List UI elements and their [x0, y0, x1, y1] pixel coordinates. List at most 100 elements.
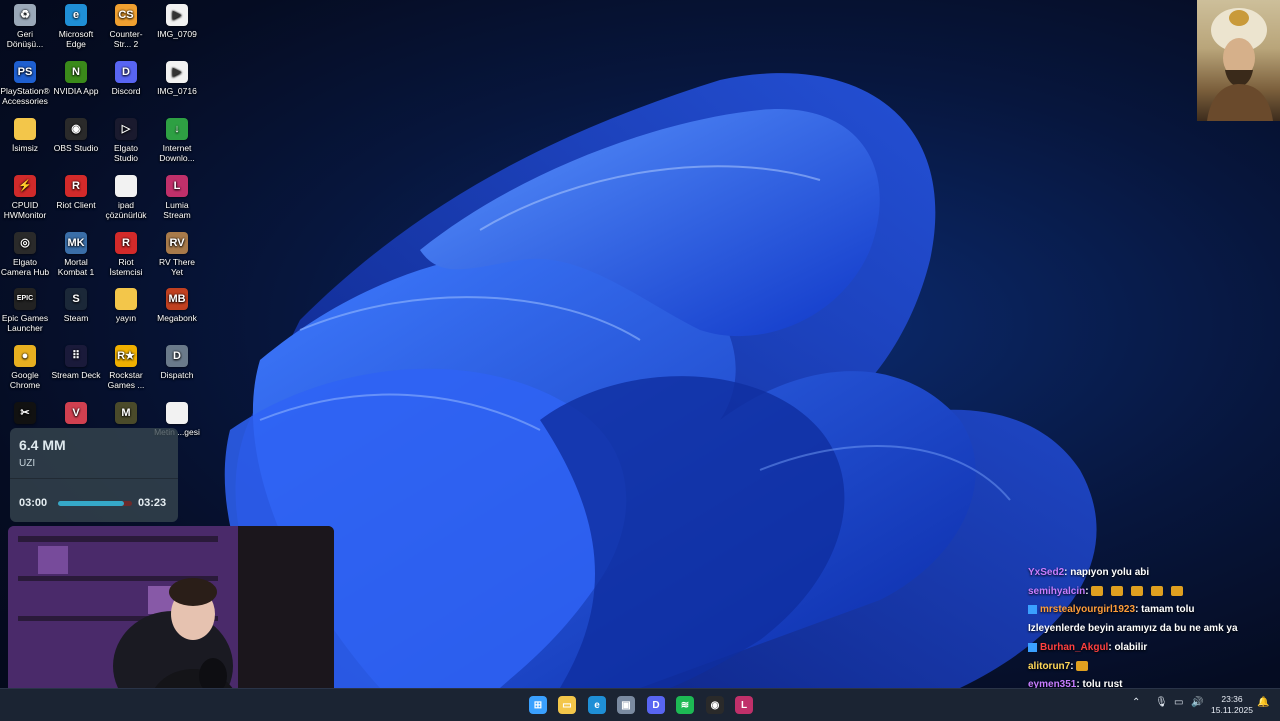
idm-icon: ↓ [166, 118, 188, 140]
desktop-icon-label: ipad çözünürlük [105, 200, 147, 220]
desktop-icon[interactable]: e Microsoft Edge [51, 0, 101, 49]
chat-username[interactable]: alitorun7 [1028, 661, 1070, 672]
desktop-icon[interactable]: PS PlayStation® Accessories [0, 57, 50, 106]
network-icon[interactable]: ▭ [1174, 697, 1183, 708]
notification-icon[interactable]: 🔔 [1257, 697, 1269, 708]
desktop-icon[interactable]: R Riot İstemcisi [101, 228, 151, 277]
microphone-icon[interactable]: 🎙 [1155, 697, 1168, 708]
camera-hub-icon: ◎ [14, 232, 36, 254]
desktop-icon[interactable]: MB Megabonk [152, 284, 202, 323]
clock-time: 23:36 [1221, 694, 1243, 704]
desktop-icon[interactable]: ◉ OBS Studio [51, 114, 101, 153]
desktop-icon-label: IMG_0709 [157, 29, 197, 39]
desktop-icon-label: Elgato Studio [113, 143, 139, 163]
mk1-icon: MK [65, 232, 87, 254]
stream-deck-icon: ⠿ [65, 345, 87, 367]
folder-icon [115, 288, 137, 310]
rv-game-icon: RV [166, 232, 188, 254]
chat-emote-icon [1151, 586, 1164, 597]
progress-fill [58, 501, 124, 506]
desktop-icon-label: Lumia Stream [163, 200, 191, 220]
desktop-icon[interactable]: D Discord [101, 57, 151, 96]
desktop-icon[interactable]: L Lumia Stream [152, 171, 202, 220]
track-duration: 03:23 [138, 497, 167, 509]
chat-username[interactable]: semihyalcin [1028, 586, 1085, 597]
chrome-icon: ● [14, 345, 36, 367]
desktop-icon[interactable]: ▶ IMG_0716 [152, 57, 202, 96]
chat-emote-icon [1111, 586, 1124, 597]
desktop-icon[interactable]: ♻ Geri Dönüşü... [0, 0, 50, 49]
desktop-icon-label: Geri Dönüşü... [6, 29, 44, 49]
desktop-icon-label: Microsoft Edge [58, 29, 94, 49]
desktop-icon[interactable]: ✂ [0, 398, 50, 427]
desktop-icon[interactable]: V [51, 398, 101, 427]
desktop-icon[interactable]: ▷ Elgato Studio [101, 114, 151, 163]
volume-icon[interactable]: 🔊 [1191, 697, 1203, 708]
desktop-icon[interactable]: yayın [101, 284, 151, 323]
lumia-icon[interactable]: L [735, 696, 753, 714]
text-file-icon [166, 402, 188, 424]
desktop-icon[interactable]: EPIC Epic Games Launcher [0, 284, 50, 333]
desktop-icon[interactable]: D Dispatch [152, 341, 202, 380]
desktop-icon-label: Epic Games Launcher [1, 313, 49, 333]
desktop-icon-label: Counter-Str... 2 [109, 29, 143, 49]
edge-icon[interactable]: e [588, 696, 606, 714]
portrait-image [1197, 0, 1280, 121]
chat-username[interactable]: Burhan_Akgul [1040, 642, 1108, 653]
desktop-icon[interactable]: M [101, 398, 151, 427]
chat-message: Burhan_Akgul: olabilir [1028, 639, 1280, 658]
webcam-overlay [8, 526, 334, 708]
recycle-bin-icon: ♻ [14, 4, 36, 26]
nvidia-icon: N [65, 61, 87, 83]
desktop-icon[interactable]: İsimsiz [0, 114, 50, 153]
start-icon[interactable]: ⊞ [529, 696, 547, 714]
chat-username[interactable]: mrstealyourgirl1923 [1040, 604, 1135, 615]
cs2-icon: CS [115, 4, 137, 26]
desktop-icon-label: Discord [111, 86, 141, 96]
desktop-icon[interactable]: RV RV There Yet [152, 228, 202, 277]
desktop-icon[interactable]: ⠿ Stream Deck [51, 341, 101, 380]
elgato-studio-icon: ▷ [115, 118, 137, 140]
desktop-icon-label: Dispatch [160, 370, 194, 380]
desktop-icon-label: RV There Yet [158, 257, 196, 277]
file-explorer-icon[interactable]: ▭ [558, 696, 576, 714]
desktop-icon[interactable]: N NVIDIA App [51, 57, 101, 96]
desktop-icon[interactable]: ipad çözünürlük [101, 171, 151, 220]
desktop-icon[interactable]: ⚡ CPUID HWMonitor [0, 171, 50, 220]
megabonk-icon: MB [166, 288, 188, 310]
obs-icon[interactable]: ◉ [706, 696, 724, 714]
desktop-icon[interactable]: R★ Rockstar Games ... [101, 341, 151, 390]
chat-message: semihyalcin: [1028, 583, 1280, 602]
desktop-icon-label: Mortal Kombat 1 [57, 257, 95, 277]
obs-icon: ◉ [65, 118, 87, 140]
riot-icon: R [65, 175, 87, 197]
desktop-icon[interactable]: ▶ IMG_0709 [152, 0, 202, 39]
discord-icon[interactable]: D [647, 696, 665, 714]
desktop-icon[interactable]: R Riot Client [51, 171, 101, 210]
spotify-icon[interactable]: ≋ [676, 696, 694, 714]
chat-emote-icon [1131, 586, 1144, 597]
chat-message-text: Izleyenlerde beyin aramıyız da bu ne amk… [1028, 623, 1238, 635]
desktop-icon[interactable]: ↓ Internet Downlo... [152, 114, 202, 163]
valorant-icon: V [65, 402, 87, 424]
playstation-icon: PS [14, 61, 36, 83]
edge-icon: e [65, 4, 87, 26]
desktop-icon[interactable]: MK Mortal Kombat 1 [51, 228, 101, 277]
system-clock[interactable]: 23:36 15.11.2025 [1210, 694, 1254, 716]
desktop-icon[interactable]: ● Google Chrome [0, 341, 50, 390]
store-icon[interactable]: ▣ [617, 696, 635, 714]
music-now-playing-widget: 6.4 MM UZI 03:00 03:23 [10, 428, 178, 522]
desktop-icon[interactable]: S Steam [51, 284, 101, 323]
desktop-icon[interactable]: CS Counter-Str... 2 [101, 0, 151, 49]
desktop-icon-label: Google Chrome [9, 370, 41, 390]
folder-icon [14, 118, 36, 140]
desktop-icon-label: Riot İstemcisi [109, 257, 143, 277]
chevron-up-icon[interactable]: ⌃ [1132, 697, 1140, 708]
desktop-icon-label: Stream Deck [51, 370, 101, 380]
chat-emote-icon [1091, 586, 1104, 597]
chat-message-text: : olabilir [1108, 641, 1148, 653]
desktop-icon-label: Elgato Camera Hub [0, 257, 50, 277]
chat-username[interactable]: YxSed2 [1028, 567, 1064, 578]
desktop-icon[interactable]: ◎ Elgato Camera Hub [0, 228, 50, 277]
video-file-icon: ▶ [166, 4, 188, 26]
